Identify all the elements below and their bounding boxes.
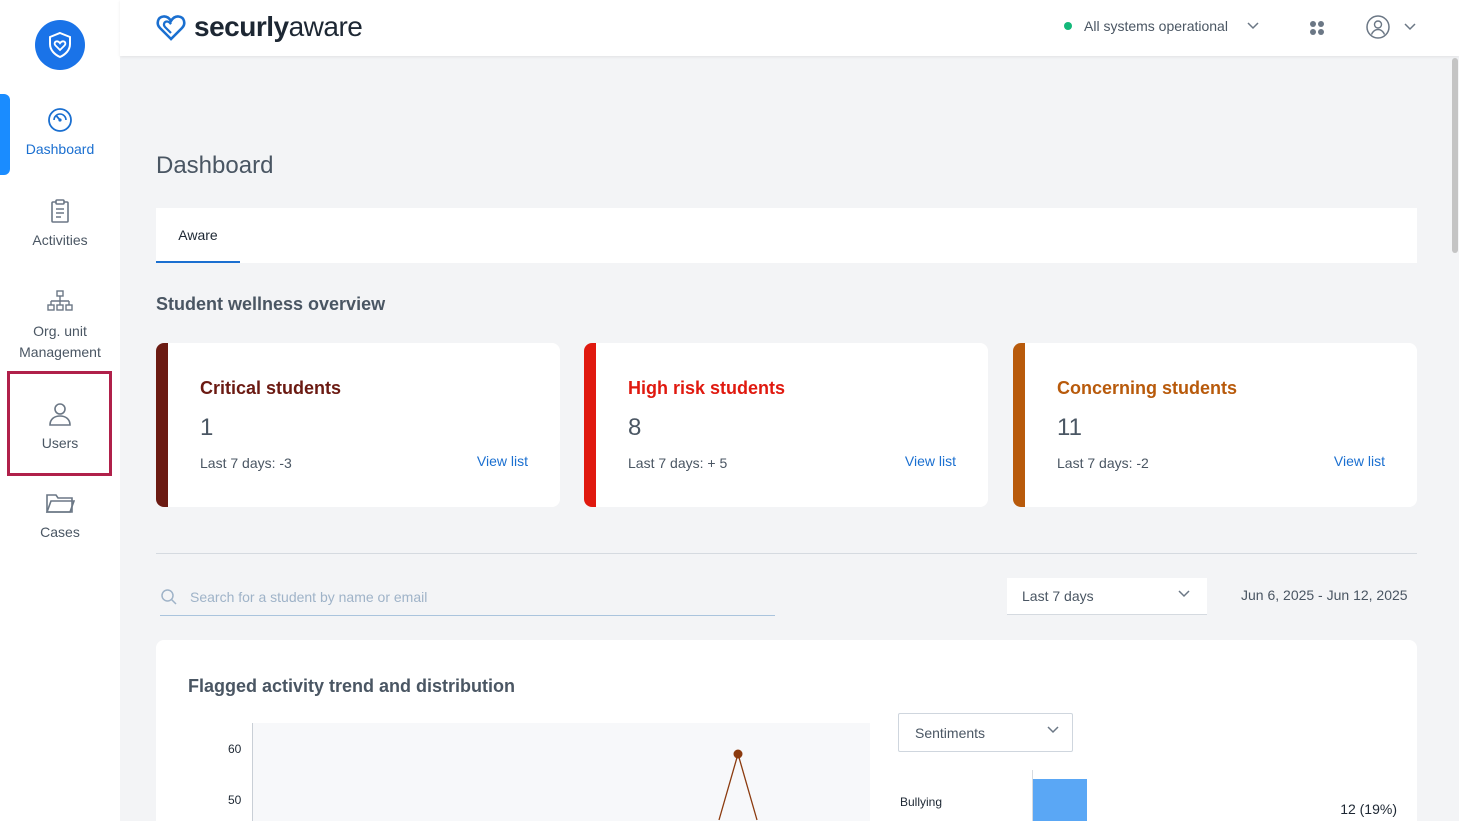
- bar-category-label: Bullying: [900, 795, 943, 809]
- trend-data-point: [733, 749, 743, 759]
- trend-line-chart: [252, 723, 870, 821]
- search-icon: [161, 588, 177, 605]
- sidebar-item-org-unit-management[interactable]: Org. unit Management: [0, 289, 120, 363]
- bar-bullying: [1033, 779, 1087, 821]
- org-chart-icon: [47, 290, 73, 311]
- system-status-dropdown[interactable]: All systems operational: [1064, 18, 1260, 34]
- shield-heart-icon: [49, 31, 71, 59]
- concerning-students-card: Concerning students 11 Last 7 days: -2 V…: [1013, 343, 1417, 507]
- period-dropdown[interactable]: Last 7 days: [1007, 578, 1207, 615]
- card-accent-bar: [156, 343, 168, 507]
- brand-logo[interactable]: securlyaware: [154, 10, 363, 44]
- trend-line-segment: [718, 753, 739, 821]
- period-value: Last 7 days: [1022, 588, 1094, 604]
- card-title: Concerning students: [1057, 378, 1238, 398]
- top-bar: securlyaware All systems operational: [120, 0, 1459, 56]
- y-tick-label: 60: [228, 742, 242, 756]
- card-title: High risk students: [628, 378, 786, 398]
- view-list-link[interactable]: View list: [905, 453, 956, 469]
- chevron-down-icon: [1178, 590, 1190, 598]
- bar-value-label: 12 (19%): [1340, 801, 1397, 817]
- card-accent-bar: [584, 343, 596, 507]
- flagged-activity-panel: Flagged activity trend and distribution …: [156, 640, 1417, 821]
- chevron-down-icon: [1404, 23, 1416, 31]
- chevron-down-icon: [1047, 726, 1059, 734]
- card-delta: Last 7 days: -2: [1057, 455, 1149, 471]
- sidebar-item-label: Org. unit Management: [19, 323, 101, 360]
- sidebar-item-dashboard[interactable]: Dashboard: [0, 107, 120, 160]
- card-count: 11: [1057, 414, 1082, 441]
- sidebar-item-activities[interactable]: Activities: [0, 198, 120, 251]
- status-dot: [1064, 22, 1072, 30]
- card-title: Critical students: [200, 378, 342, 398]
- search-input[interactable]: [190, 588, 750, 605]
- sidebar-item-label: Activities: [32, 232, 88, 248]
- sidebar-item-label: Cases: [40, 524, 80, 540]
- users-highlight-box: [7, 371, 112, 476]
- date-range: Jun 6, 2025 - Jun 12, 2025: [1241, 587, 1408, 603]
- section-title: Student wellness overview: [156, 294, 386, 314]
- card-accent-bar: [1013, 343, 1025, 507]
- sidebar-item-cases[interactable]: Cases: [0, 490, 120, 543]
- sidebar: Dashboard Activities Org. unit Managemen…: [0, 0, 120, 821]
- sentiments-value: Sentiments: [915, 724, 986, 741]
- sentiments-dropdown[interactable]: Sentiments: [898, 713, 1073, 752]
- y-tick-label: 50: [228, 793, 242, 807]
- view-list-link[interactable]: View list: [1334, 453, 1385, 469]
- tab-aware[interactable]: Aware: [156, 208, 240, 263]
- brand-name: securlyaware: [194, 11, 363, 42]
- card-count: 1: [200, 414, 214, 441]
- apps-grid-icon[interactable]: [1308, 19, 1326, 37]
- scrollbar[interactable]: [1452, 58, 1458, 253]
- heart-shield-logo-icon: [156, 15, 186, 41]
- panel-title: Flagged activity trend and distribution: [188, 676, 516, 696]
- card-count: 8: [628, 414, 642, 441]
- user-avatar-icon: [1366, 15, 1390, 39]
- status-text: All systems operational: [1084, 18, 1228, 34]
- chevron-down-icon: [1247, 22, 1259, 30]
- high-risk-students-card: High risk students 8 Last 7 days: + 5 Vi…: [584, 343, 988, 507]
- view-list-link[interactable]: View list: [477, 453, 528, 469]
- folder-icon: [45, 494, 75, 513]
- student-search: [160, 578, 775, 616]
- clipboard-icon: [51, 199, 69, 223]
- gauge-icon: [48, 108, 72, 132]
- sidebar-item-label: Dashboard: [25, 141, 95, 157]
- card-delta: Last 7 days: + 5: [628, 455, 728, 471]
- section-divider: [156, 553, 1417, 554]
- app-logo[interactable]: [35, 20, 85, 70]
- page-title: Dashboard: [156, 152, 274, 179]
- critical-students-card: Critical students 1 Last 7 days: -3 View…: [156, 343, 560, 507]
- tab-bar: Aware: [156, 208, 1417, 263]
- account-menu[interactable]: [1365, 14, 1417, 40]
- trend-line-svg: [718, 749, 758, 821]
- card-delta: Last 7 days: -3: [200, 455, 292, 471]
- trend-line-segment: [737, 753, 758, 821]
